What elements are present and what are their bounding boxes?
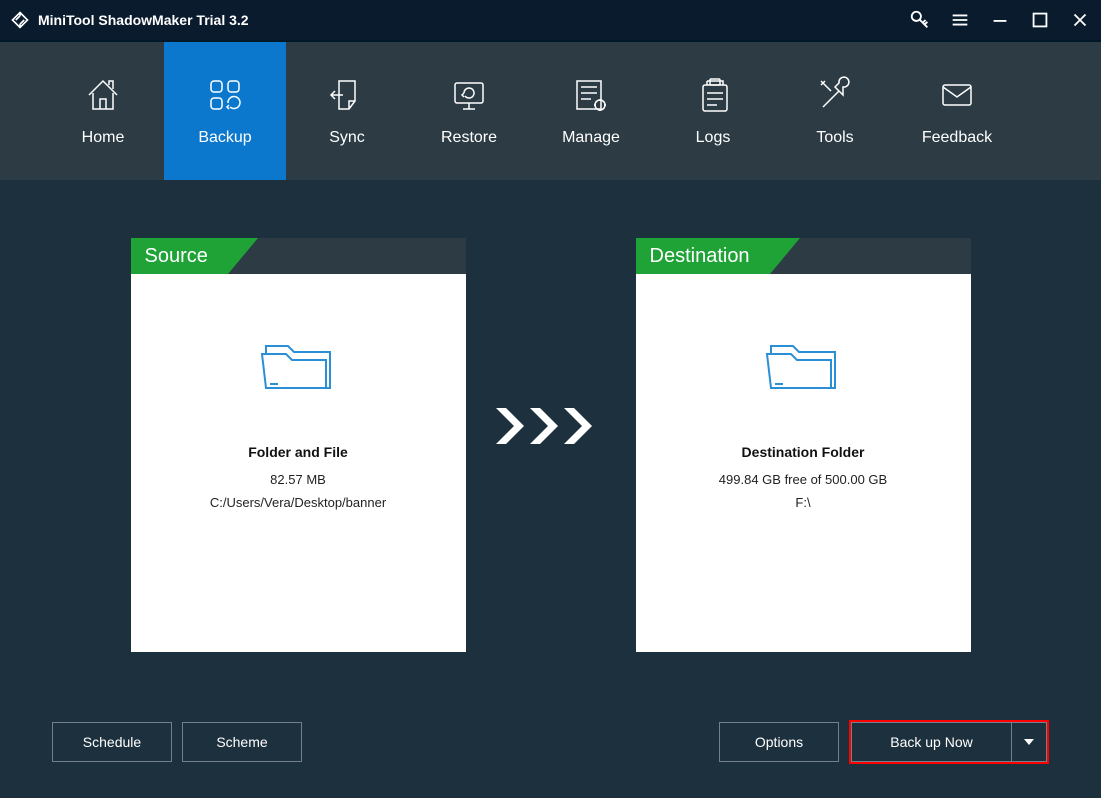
restore-icon bbox=[449, 75, 489, 115]
nav-tools-label: Tools bbox=[816, 129, 853, 147]
titlebar-left: MiniTool ShadowMaker Trial 3.2 bbox=[10, 10, 249, 30]
nav-backup-label: Backup bbox=[198, 129, 251, 147]
app-title: MiniTool ShadowMaker Trial 3.2 bbox=[38, 12, 249, 28]
bottombar: Schedule Scheme Options Back up Now bbox=[0, 698, 1101, 798]
nav-feedback-label: Feedback bbox=[922, 129, 992, 147]
tools-icon bbox=[815, 75, 855, 115]
manage-icon bbox=[571, 75, 611, 115]
nav-home-label: Home bbox=[82, 129, 125, 147]
nav-tools[interactable]: Tools bbox=[774, 42, 896, 180]
home-icon bbox=[83, 75, 123, 115]
nav-sync[interactable]: Sync bbox=[286, 42, 408, 180]
titlebar-right bbox=[909, 9, 1091, 31]
nav-logs-label: Logs bbox=[696, 129, 731, 147]
sync-icon bbox=[327, 75, 367, 115]
backup-now-group: Back up Now bbox=[849, 720, 1049, 764]
nav-home[interactable]: Home bbox=[42, 42, 164, 180]
nav-manage-label: Manage bbox=[562, 129, 620, 147]
content-area: Source Folder and File 82.57 MB C:/Users… bbox=[0, 180, 1101, 698]
destination-path: F:\ bbox=[795, 495, 810, 510]
source-panel-body[interactable]: Folder and File 82.57 MB C:/Users/Vera/D… bbox=[131, 274, 466, 518]
nav-restore-label: Restore bbox=[441, 129, 497, 147]
scheme-button[interactable]: Scheme bbox=[182, 722, 302, 762]
app-window: MiniTool ShadowMaker Trial 3.2 bbox=[0, 0, 1101, 798]
nav-backup[interactable]: Backup bbox=[164, 42, 286, 180]
destination-panel-body[interactable]: Destination Folder 499.84 GB free of 500… bbox=[636, 274, 971, 518]
arrow-icon bbox=[496, 408, 606, 444]
options-button[interactable]: Options bbox=[719, 722, 839, 762]
backup-now-dropdown[interactable] bbox=[1011, 722, 1047, 762]
titlebar: MiniTool ShadowMaker Trial 3.2 bbox=[0, 0, 1101, 42]
maximize-icon[interactable] bbox=[1029, 9, 1051, 31]
navbar: Home Backup Sync Restore Manage bbox=[0, 42, 1101, 180]
destination-title: Destination Folder bbox=[742, 444, 865, 460]
destination-panel: Destination Destination Folder 499.84 GB… bbox=[636, 238, 971, 652]
source-panel-header: Source bbox=[131, 238, 466, 274]
app-logo-icon bbox=[10, 10, 30, 30]
destination-free: 499.84 GB free of 500.00 GB bbox=[719, 472, 887, 487]
folder-icon bbox=[260, 332, 336, 394]
destination-tab: Destination bbox=[636, 238, 770, 274]
source-size: 82.57 MB bbox=[270, 472, 326, 487]
backup-icon bbox=[205, 75, 245, 115]
logs-icon bbox=[693, 75, 733, 115]
nav-manage[interactable]: Manage bbox=[530, 42, 652, 180]
destination-panel-header: Destination bbox=[636, 238, 971, 274]
folder-icon bbox=[765, 332, 841, 394]
nav-restore[interactable]: Restore bbox=[408, 42, 530, 180]
source-path: C:/Users/Vera/Desktop/banner bbox=[210, 495, 386, 510]
source-title: Folder and File bbox=[248, 444, 348, 460]
key-icon[interactable] bbox=[909, 9, 931, 31]
minimize-icon[interactable] bbox=[989, 9, 1011, 31]
feedback-icon bbox=[937, 75, 977, 115]
source-panel: Source Folder and File 82.57 MB C:/Users… bbox=[131, 238, 466, 652]
backup-now-button[interactable]: Back up Now bbox=[851, 722, 1011, 762]
source-tab: Source bbox=[131, 238, 228, 274]
nav-sync-label: Sync bbox=[329, 129, 365, 147]
nav-feedback[interactable]: Feedback bbox=[896, 42, 1018, 180]
menu-icon[interactable] bbox=[949, 9, 971, 31]
close-icon[interactable] bbox=[1069, 9, 1091, 31]
schedule-button[interactable]: Schedule bbox=[52, 722, 172, 762]
nav-logs[interactable]: Logs bbox=[652, 42, 774, 180]
